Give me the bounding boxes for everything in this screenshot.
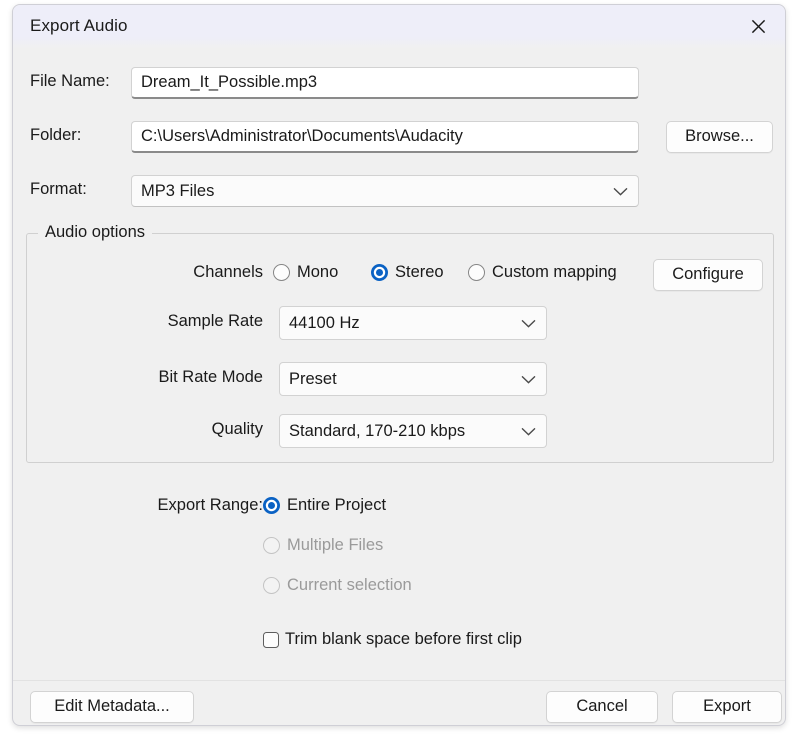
radio-channels-mono[interactable]: Mono: [273, 263, 338, 282]
file-name-row: File Name: Dream_It_Possible.mp3: [13, 67, 785, 99]
bit-rate-mode-select[interactable]: Preset: [279, 362, 547, 396]
chevron-down-icon: [521, 415, 536, 447]
export-audio-dialog: Export Audio File Name: Dream_It_Possibl…: [12, 4, 786, 726]
folder-input[interactable]: C:\Users\Administrator\Documents\Audacit…: [131, 121, 639, 153]
folder-label: Folder:: [30, 126, 81, 145]
cancel-button[interactable]: Cancel: [546, 691, 658, 723]
edit-metadata-button[interactable]: Edit Metadata...: [30, 691, 194, 723]
radio-disabled-icon: [263, 537, 280, 554]
radio-export-range-current-selection: Current selection: [263, 576, 412, 595]
quality-value: Standard, 170-210 kbps: [289, 422, 465, 440]
configure-button[interactable]: Configure: [653, 259, 763, 291]
radio-export-range-multiple-files: Multiple Files: [263, 536, 383, 555]
export-button[interactable]: Export: [672, 691, 782, 723]
folder-row: Folder: C:\Users\Administrator\Documents…: [13, 121, 785, 153]
radio-export-range-entire-project[interactable]: Entire Project: [263, 496, 386, 515]
radio-disabled-icon: [263, 577, 280, 594]
format-select-value: MP3 Files: [141, 182, 214, 200]
bit-rate-mode-label: Bit Rate Mode: [13, 368, 263, 387]
chevron-down-icon: [521, 363, 536, 395]
close-button[interactable]: [737, 9, 779, 43]
channels-label: Channels: [13, 263, 263, 282]
radio-selected-icon: [263, 497, 280, 514]
export-range-label: Export Range:: [13, 496, 263, 515]
format-row: Format: MP3 Files: [13, 175, 785, 207]
audio-options-legend: Audio options: [38, 223, 152, 242]
radio-icon: [273, 264, 290, 281]
chevron-down-icon: [521, 307, 536, 339]
sample-rate-label: Sample Rate: [13, 312, 263, 331]
format-label: Format:: [30, 180, 87, 199]
radio-icon: [468, 264, 485, 281]
radio-channels-stereo[interactable]: Stereo: [371, 263, 444, 282]
chevron-down-icon: [613, 176, 628, 206]
dialog-title: Export Audio: [30, 16, 128, 36]
radio-selected-icon: [371, 264, 388, 281]
radio-channels-custom-mapping[interactable]: Custom mapping: [468, 263, 617, 282]
trim-blank-space-label: Trim blank space before first clip: [285, 630, 522, 649]
radio-channels-stereo-label: Stereo: [395, 263, 444, 282]
radio-channels-mono-label: Mono: [297, 263, 338, 282]
sample-rate-value: 44100 Hz: [289, 314, 360, 332]
close-icon: [750, 18, 767, 35]
checkbox-icon: [263, 632, 279, 648]
format-select[interactable]: MP3 Files: [131, 175, 639, 207]
bottom-divider: [13, 680, 785, 681]
dialog-titlebar: Export Audio: [13, 5, 785, 49]
radio-export-range-entire-project-label: Entire Project: [287, 496, 386, 515]
browse-button[interactable]: Browse...: [666, 121, 773, 153]
sample-rate-select[interactable]: 44100 Hz: [279, 306, 547, 340]
bit-rate-mode-value: Preset: [289, 370, 337, 388]
radio-export-range-current-selection-label: Current selection: [287, 576, 412, 595]
file-name-input[interactable]: Dream_It_Possible.mp3: [131, 67, 639, 99]
quality-select[interactable]: Standard, 170-210 kbps: [279, 414, 547, 448]
radio-export-range-multiple-files-label: Multiple Files: [287, 536, 383, 555]
radio-channels-custom-mapping-label: Custom mapping: [492, 263, 617, 282]
quality-label: Quality: [13, 420, 263, 439]
trim-blank-space-checkbox[interactable]: Trim blank space before first clip: [263, 630, 522, 649]
file-name-label: File Name:: [30, 72, 110, 91]
